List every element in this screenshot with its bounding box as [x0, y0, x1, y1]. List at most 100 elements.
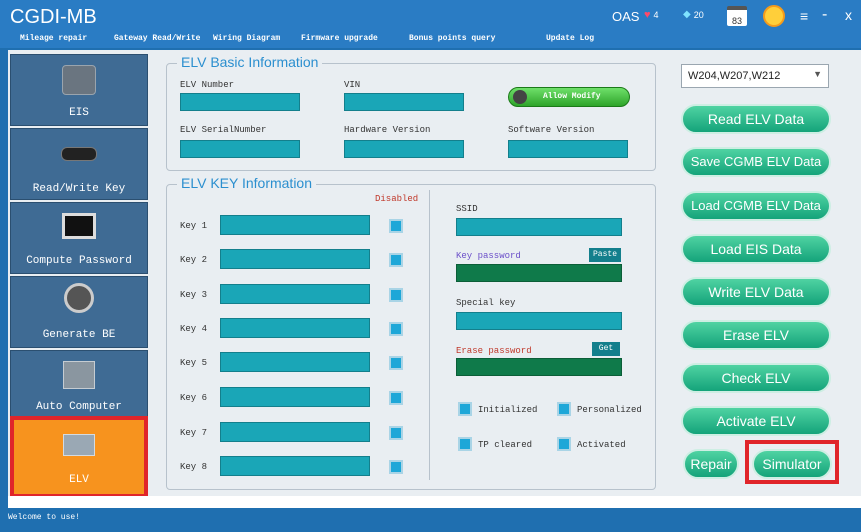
key-7-disabled-checkbox[interactable]: [389, 426, 403, 440]
key-5-disabled-checkbox[interactable]: [389, 356, 403, 370]
save-cgmb-elv-data-button[interactable]: Save CGMB ELV Data: [681, 147, 831, 177]
chevron-down-icon: ▼: [813, 69, 822, 79]
diamond-icon: ◆: [683, 9, 691, 20]
key-6-field[interactable]: [220, 387, 370, 407]
model-select[interactable]: W204,W207,W212 ▼: [681, 64, 829, 88]
disabled-column-label: Disabled: [375, 194, 419, 204]
menu-bonus-points[interactable]: Bonus points query: [409, 34, 495, 43]
menu-wiring-diagram[interactable]: Wiring Diagram: [213, 34, 280, 43]
key-3-label: Key 3: [180, 290, 208, 300]
key-fob-icon: [64, 283, 94, 313]
key-2-disabled-checkbox[interactable]: [389, 253, 403, 267]
key-4-field[interactable]: [220, 318, 370, 338]
app-title: CGDI-MB: [10, 6, 97, 28]
key-2-field[interactable]: [220, 249, 370, 269]
medal-icon[interactable]: [763, 5, 785, 27]
progress-bar: [8, 496, 861, 508]
erase-password-field[interactable]: [456, 358, 622, 376]
monitor-icon: [62, 213, 96, 239]
elv-serial-label: ELV SerialNumber: [180, 125, 267, 135]
vin-field[interactable]: [344, 93, 464, 111]
elv-number-label: ELV Number: [180, 80, 235, 90]
key-2-label: Key 2: [180, 255, 208, 265]
special-key-field[interactable]: [456, 312, 622, 330]
elv-key-info-title: ELV KEY Information: [177, 175, 316, 191]
tp-cleared-checkbox: [458, 437, 472, 451]
activated-label: Activated: [577, 440, 626, 450]
load-cgmb-elv-data-button[interactable]: Load CGMB ELV Data: [681, 191, 831, 221]
key-4-disabled-checkbox[interactable]: [389, 322, 403, 336]
menu-bar: Mileage repair Gateway Read/Write Wiring…: [0, 34, 861, 48]
activate-elv-button[interactable]: Activate ELV: [681, 406, 831, 436]
simulator-button[interactable]: Simulator: [752, 449, 832, 479]
oas-label: OAS: [612, 9, 640, 24]
key-6-disabled-checkbox[interactable]: [389, 391, 403, 405]
toggle-knob: [513, 90, 527, 104]
activated-checkbox: [557, 437, 571, 451]
erase-password-label: Erase password: [456, 346, 532, 356]
initialized-label: Initialized: [478, 405, 538, 415]
sidebar-item-read-write-key[interactable]: Read/Write Key: [10, 128, 148, 200]
menu-icon[interactable]: ≡: [800, 8, 808, 24]
title-bar: CGDI-MB OAS ♥ 4 ◆ 20 83 ≡ - x: [0, 0, 861, 34]
menu-gateway[interactable]: Gateway Read/Write: [114, 34, 200, 43]
ssid-field[interactable]: [456, 218, 622, 236]
key-1-field[interactable]: [220, 215, 370, 235]
key-5-label: Key 5: [180, 358, 208, 368]
divider: [429, 190, 430, 480]
key-1-disabled-checkbox[interactable]: [389, 219, 403, 233]
initialized-checkbox: [458, 402, 472, 416]
calendar-icon[interactable]: 83: [727, 6, 747, 26]
software-version-field[interactable]: [508, 140, 628, 158]
key-5-field[interactable]: [220, 352, 370, 372]
sidebar: EIS Read/Write Key Compute Password Gene…: [10, 54, 148, 498]
key-password-label: Key password: [456, 251, 521, 261]
menu-mileage-repair[interactable]: Mileage repair: [20, 34, 87, 43]
key-4-label: Key 4: [180, 324, 208, 334]
get-button[interactable]: Get: [592, 342, 620, 356]
key-password-field[interactable]: [456, 264, 622, 282]
vin-label: VIN: [344, 80, 361, 90]
sidebar-item-generate-be[interactable]: Generate BE: [10, 276, 148, 348]
hardware-version-field[interactable]: [344, 140, 464, 158]
load-eis-data-button[interactable]: Load EIS Data: [681, 234, 831, 264]
sidebar-item-auto-computer[interactable]: Auto Computer: [10, 350, 148, 420]
status-message: Welcome to use!: [8, 513, 81, 522]
elv-number-field[interactable]: [180, 93, 300, 111]
heart-icon: ♥: [644, 9, 651, 21]
special-key-label: Special key: [456, 298, 516, 308]
menu-firmware-upgrade[interactable]: Firmware upgrade: [301, 34, 378, 43]
key-8-field[interactable]: [220, 456, 370, 476]
repair-button[interactable]: Repair: [683, 449, 739, 479]
personalized-checkbox: [557, 402, 571, 416]
tp-cleared-label: TP cleared: [478, 440, 533, 450]
key-7-label: Key 7: [180, 428, 208, 438]
elv-serial-field[interactable]: [180, 140, 300, 158]
hardware-version-label: Hardware Version: [344, 125, 431, 135]
sidebar-item-elv[interactable]: ELV: [10, 416, 148, 498]
sidebar-item-eis[interactable]: EIS: [10, 54, 148, 126]
key-8-disabled-checkbox[interactable]: [389, 460, 403, 474]
key-3-field[interactable]: [220, 284, 370, 304]
write-elv-data-button[interactable]: Write ELV Data: [681, 277, 831, 307]
hearts-counter: ♥ 4: [644, 9, 659, 21]
diamonds-counter: ◆ 20: [683, 9, 704, 20]
elv-basic-info-title: ELV Basic Information: [177, 54, 323, 70]
key-1-label: Key 1: [180, 221, 208, 231]
read-elv-data-button[interactable]: Read ELV Data: [681, 104, 831, 134]
paste-button[interactable]: Paste: [589, 248, 621, 262]
elv-lock-icon: [63, 434, 95, 456]
check-elv-button[interactable]: Check ELV: [681, 363, 831, 393]
erase-elv-button[interactable]: Erase ELV: [681, 320, 831, 350]
minimize-button[interactable]: -: [822, 6, 827, 24]
close-button[interactable]: x: [845, 7, 852, 23]
eis-module-icon: [62, 65, 96, 95]
allow-modify-toggle[interactable]: Allow Modify: [508, 87, 630, 107]
ecu-icon: [63, 361, 95, 389]
menu-update-log[interactable]: Update Log: [546, 34, 594, 43]
key-7-field[interactable]: [220, 422, 370, 442]
personalized-label: Personalized: [577, 405, 642, 415]
key-3-disabled-checkbox[interactable]: [389, 288, 403, 302]
software-version-label: Software Version: [508, 125, 595, 135]
sidebar-item-compute-password[interactable]: Compute Password: [10, 202, 148, 274]
